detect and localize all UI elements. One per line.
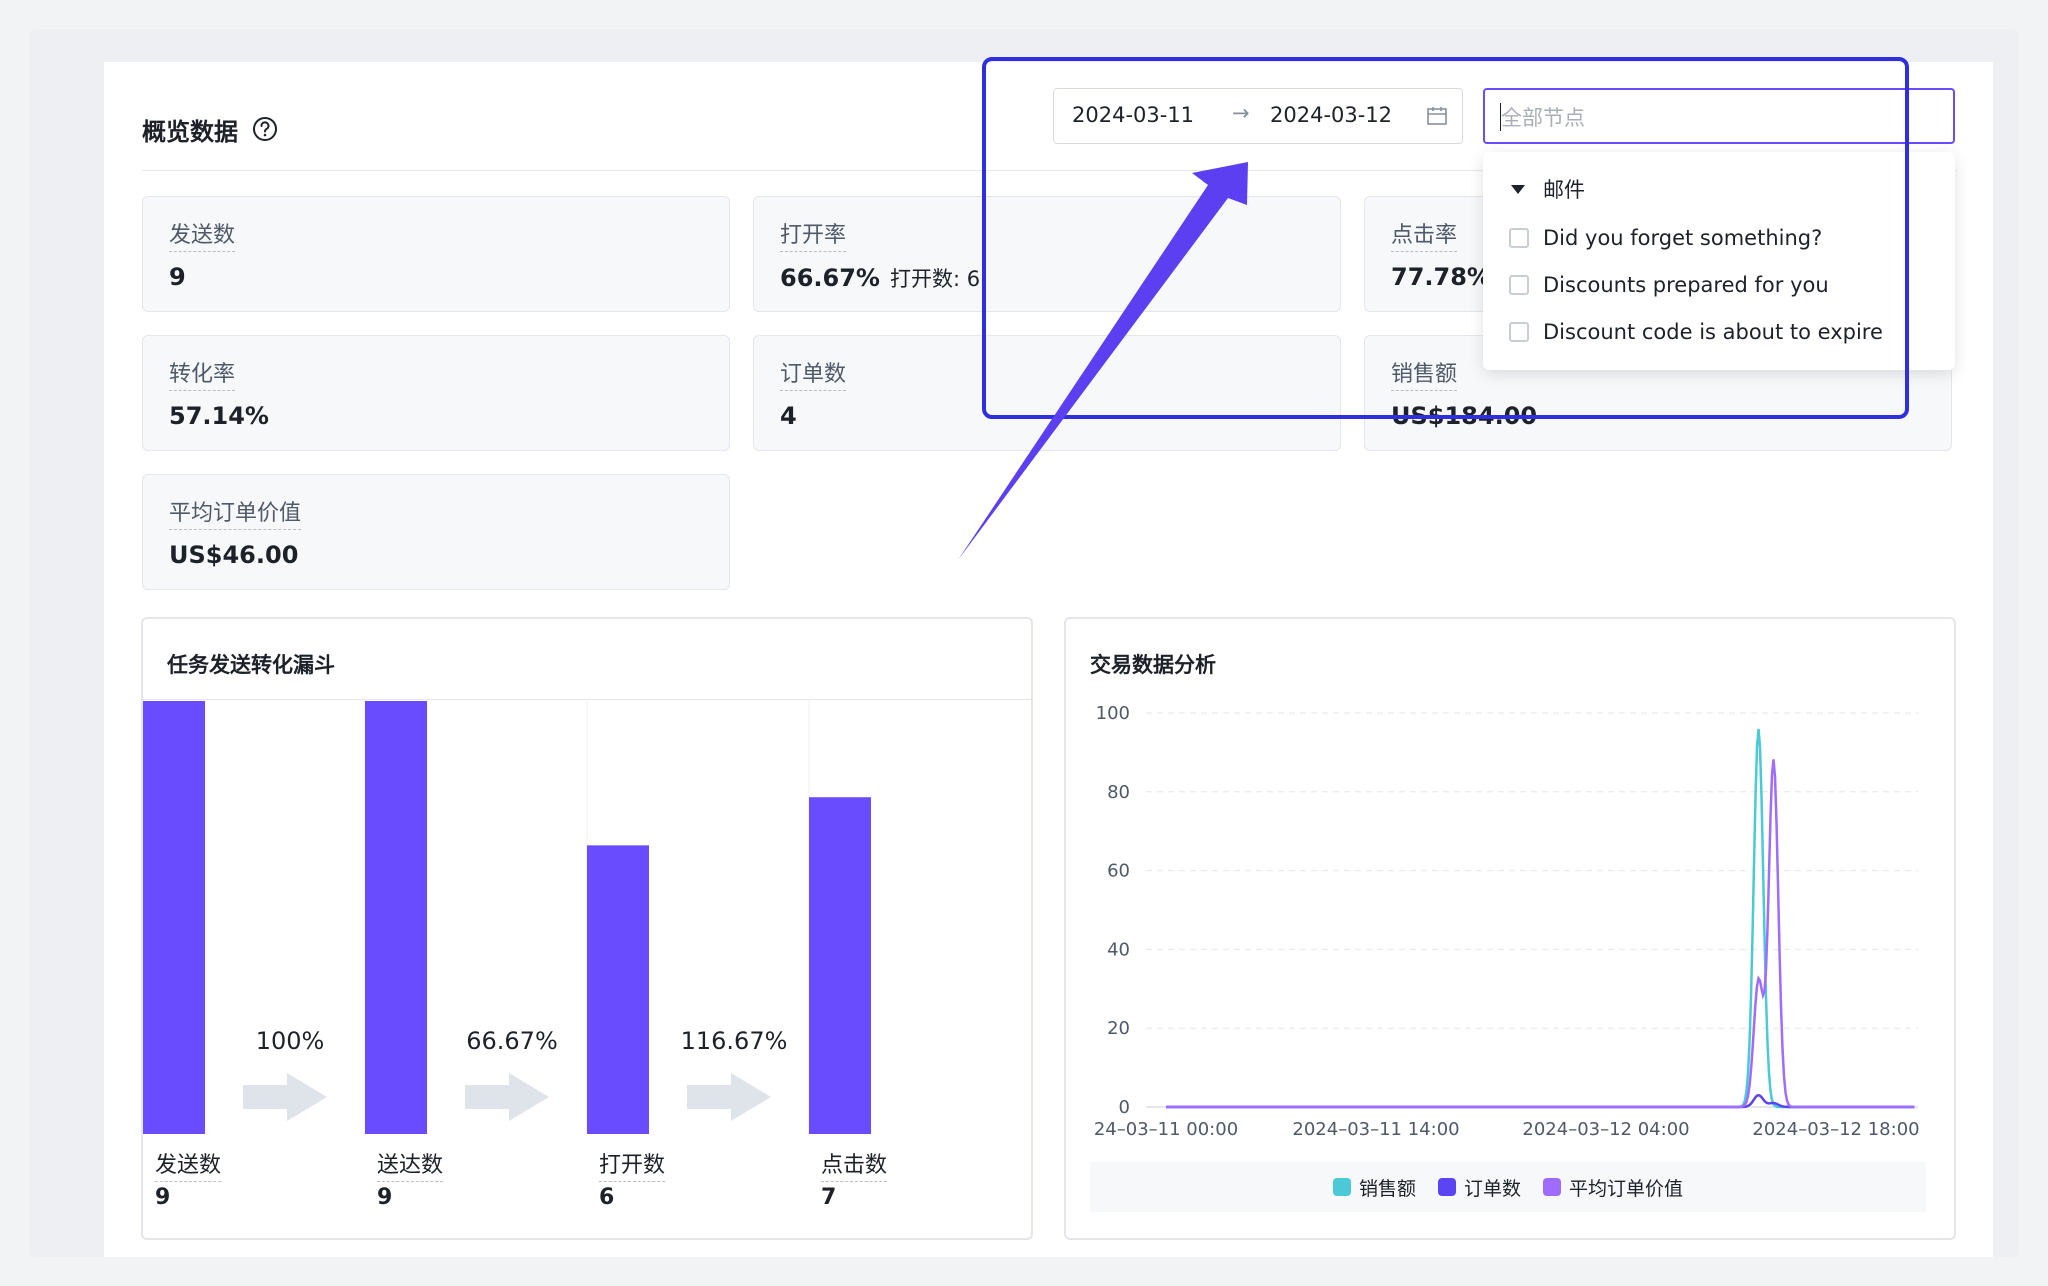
metric-value: 66.67% 打开数: 6 bbox=[780, 264, 981, 292]
funnel-stage-label: 送达数 bbox=[377, 1147, 444, 1182]
date-end[interactable]: 2024-03-12 bbox=[1270, 103, 1392, 127]
legend-item-avg-order-value[interactable]: 平均订单价值 bbox=[1543, 1174, 1683, 1201]
metric-value: 9 bbox=[169, 263, 186, 291]
date-separator-arrow-icon: → bbox=[1232, 101, 1250, 125]
option-label: Did you forget something? bbox=[1543, 226, 1823, 250]
page-title: 概览数据 bbox=[142, 117, 238, 146]
y-tick-label: 20 bbox=[1107, 1018, 1130, 1039]
y-tick-label: 80 bbox=[1107, 782, 1130, 803]
funnel-bar bbox=[809, 797, 871, 1134]
chart-legend: 销售额 订单数 平均订单价值 bbox=[1090, 1162, 1926, 1212]
legend-swatch bbox=[1543, 1178, 1561, 1196]
page-title-row: 概览数据 bbox=[142, 112, 278, 146]
funnel-stage-value: 6 bbox=[599, 1185, 615, 1210]
funnel-card: 任务发送转化漏斗 发送数 9 送达数 9 打开数 6 点击数 7 100% 66.67% 116.6… bbox=[141, 617, 1033, 1240]
legend-swatch bbox=[1332, 1178, 1351, 1196]
metric-label: 平均订单价值 bbox=[169, 495, 302, 530]
arrow-shape bbox=[465, 1073, 549, 1121]
conversion-rate-label: 66.67% bbox=[466, 1027, 558, 1055]
legend-item-orders[interactable]: 订单数 bbox=[1437, 1174, 1521, 1201]
funnel-arrow-icon bbox=[243, 1073, 327, 1121]
legend-label: 平均订单价值 bbox=[1569, 1177, 1684, 1200]
funnel-stage-label: 发送数 bbox=[155, 1147, 222, 1182]
series-line bbox=[1166, 1093, 1915, 1109]
x-tick-label: 24–03–11 00:00 bbox=[1094, 1119, 1238, 1140]
metric-label: 发送数 bbox=[169, 217, 236, 252]
y-tick-label: 40 bbox=[1107, 939, 1130, 960]
metric-value: 57.14% bbox=[169, 402, 269, 430]
funnel-bar bbox=[365, 701, 427, 1134]
legend-label: 销售额 bbox=[1358, 1177, 1416, 1200]
metric-value: 77.78% bbox=[1391, 263, 1491, 291]
date-range-picker[interactable]: 2024-03-11 → 2024-03-12 bbox=[1053, 88, 1463, 144]
funnel-arrow-icon bbox=[687, 1073, 771, 1121]
dropdown-option[interactable]: Did you forget something? bbox=[1509, 226, 1822, 250]
conversion-rate-label: 116.67% bbox=[680, 1027, 788, 1055]
y-tick-label: 60 bbox=[1107, 861, 1130, 882]
x-tick-label: 2024–03–12 04:00 bbox=[1522, 1119, 1689, 1140]
metric-value: 4 bbox=[780, 402, 797, 430]
trade-card: 交易数据分析 100 80 60 40 20 0 24–03–11 00:00 2024–03… bbox=[1064, 617, 1956, 1240]
metric-label: 转化率 bbox=[169, 356, 236, 391]
metric-sub: 打开数: 6 bbox=[889, 267, 981, 291]
funnel-stage-value: 7 bbox=[821, 1185, 837, 1210]
dropdown-option[interactable]: Discount code is about to expire bbox=[1509, 320, 1883, 344]
legend-item-sales[interactable]: 销售额 bbox=[1332, 1174, 1416, 1201]
legend-label: 订单数 bbox=[1463, 1177, 1521, 1200]
funnel-stage-label: 点击数 bbox=[821, 1147, 888, 1182]
x-tick-label: 2024–03–11 14:00 bbox=[1292, 1119, 1459, 1140]
funnel-stage-label: 打开数 bbox=[599, 1147, 666, 1182]
metric-card-orders: 订单数 4 bbox=[753, 335, 1341, 451]
node-select[interactable] bbox=[1483, 88, 1955, 144]
arrow-shape bbox=[243, 1073, 327, 1121]
dropdown-option[interactable]: Discounts prepared for you bbox=[1509, 273, 1829, 297]
text-caret bbox=[1500, 103, 1501, 131]
node-dropdown: 邮件 Did you forget something? Discounts p… bbox=[1483, 152, 1955, 370]
funnel-stage-value: 9 bbox=[155, 1185, 171, 1210]
arrow-shape bbox=[687, 1073, 771, 1121]
node-search-input[interactable] bbox=[1499, 102, 1943, 134]
caret-down-icon[interactable] bbox=[1511, 184, 1525, 194]
checkbox[interactable] bbox=[1509, 322, 1529, 342]
metric-value: US$46.00 bbox=[169, 541, 299, 569]
funnel-chart bbox=[143, 699, 871, 1134]
y-tick-label: 0 bbox=[1119, 1097, 1130, 1118]
legend-swatch bbox=[1437, 1178, 1456, 1196]
x-tick-label: 2024–03–12 18:00 bbox=[1752, 1119, 1919, 1140]
checkbox[interactable] bbox=[1509, 228, 1529, 248]
funnel-stage-value: 9 bbox=[377, 1185, 393, 1210]
metric-label: 订单数 bbox=[780, 356, 847, 391]
metric-card-conversion-rate: 转化率 57.14% bbox=[142, 335, 730, 451]
y-tick-label: 100 bbox=[1096, 703, 1130, 724]
metric-label: 打开率 bbox=[780, 217, 847, 252]
option-label: Discounts prepared for you bbox=[1543, 273, 1829, 297]
series-line bbox=[1166, 728, 1915, 1109]
dropdown-group-mail[interactable]: 邮件 bbox=[1511, 174, 1585, 204]
conversion-rate-label: 100% bbox=[255, 1027, 325, 1055]
dropdown-group-label: 邮件 bbox=[1543, 178, 1585, 202]
question-circle-icon[interactable] bbox=[252, 116, 278, 142]
metric-card-avg-order-value: 平均订单价值 US$46.00 bbox=[142, 474, 730, 590]
metric-card-sent: 发送数 9 bbox=[142, 196, 730, 312]
funnel-bar bbox=[587, 845, 649, 1134]
series-line bbox=[1166, 759, 1915, 1109]
metric-value: US$184.00 bbox=[1391, 402, 1538, 430]
funnel-bar bbox=[143, 701, 205, 1134]
calendar-icon[interactable] bbox=[1426, 105, 1448, 127]
checkbox[interactable] bbox=[1509, 275, 1529, 295]
metric-card-open-rate: 打开率 66.67% 打开数: 6 bbox=[753, 196, 1341, 312]
funnel-arrow-icon bbox=[465, 1073, 549, 1121]
trade-chart: 100 80 60 40 20 024–03–11 00:00 2024–03–11 14:… bbox=[1094, 703, 1920, 1140]
metric-label: 点击率 bbox=[1391, 217, 1458, 252]
date-start[interactable]: 2024-03-11 bbox=[1072, 103, 1194, 127]
metric-label: 销售额 bbox=[1391, 356, 1458, 391]
option-label: Discount code is about to expire bbox=[1543, 320, 1883, 344]
